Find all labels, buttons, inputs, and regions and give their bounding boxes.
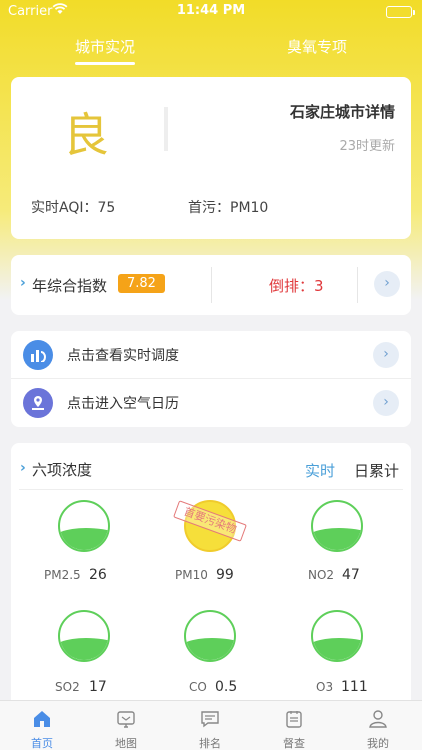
divider xyxy=(211,267,212,303)
nav-label: 我的 xyxy=(367,737,389,750)
nav-home[interactable]: 首页 xyxy=(0,701,84,750)
profile-icon xyxy=(369,710,387,728)
o3-gauge[interactable] xyxy=(311,610,363,662)
tab-ozone[interactable]: 臭氧专项 xyxy=(257,36,377,57)
battery-icon xyxy=(386,6,415,18)
chevron-right-icon: › xyxy=(20,460,26,476)
pollutant-value: 47 xyxy=(342,567,360,583)
section-title: 六项浓度 xyxy=(32,461,93,479)
ranking-icon xyxy=(201,711,219,728)
divider xyxy=(164,107,168,151)
nav-ranking[interactable]: 排名 xyxy=(168,701,252,750)
six-pollutant-card: › 六项浓度 实时 日累计 PM2.5 26 首要污染物 PM10 99 NO2… xyxy=(11,443,411,713)
chevron-right-button[interactable]: › xyxy=(374,271,400,297)
realtime-dispatch-link[interactable]: 点击查看实时调度 › xyxy=(11,331,411,379)
pollutant-name: NO2 xyxy=(308,568,335,582)
pollutant-value: 26 xyxy=(89,567,107,583)
active-tab-indicator xyxy=(75,62,135,65)
primary-pollutant: 首污：PM10 xyxy=(188,200,269,216)
divider xyxy=(19,489,403,490)
annual-index-badge: 7.82 xyxy=(118,274,165,293)
so2-gauge[interactable] xyxy=(58,610,110,662)
city-summary-card[interactable]: 良 石家庄城市详情 23时更新 实时AQI：75 首污：PM10 xyxy=(11,77,411,239)
nav-inspection[interactable]: 督查 xyxy=(252,701,336,750)
reverse-rank: 倒排：3 xyxy=(269,277,324,295)
pollutant-name: SO2 xyxy=(55,680,80,694)
air-quality-grade: 良 xyxy=(63,108,109,162)
pm25-gauge[interactable] xyxy=(58,500,110,552)
pollutant-name: CO xyxy=(189,680,207,694)
co-gauge[interactable] xyxy=(184,610,236,662)
chevron-right-icon: › xyxy=(20,275,26,291)
pollutant-name: PM2.5 xyxy=(44,568,81,582)
top-tabs: 城市实况 臭氧专项 xyxy=(0,30,422,70)
air-calendar-icon xyxy=(23,388,53,418)
tab-daily-cumulative[interactable]: 日累计 xyxy=(354,460,399,481)
nav-label: 督查 xyxy=(283,737,305,750)
inspection-icon xyxy=(286,711,302,728)
city-detail-title[interactable]: 石家庄城市详情 xyxy=(290,101,395,122)
realtime-aqi: 实时AQI：75 xyxy=(31,200,116,216)
map-icon xyxy=(117,711,135,728)
nav-map[interactable]: 地图 xyxy=(84,701,168,750)
divider xyxy=(357,267,358,303)
home-icon xyxy=(34,711,50,727)
pollutant-value: 111 xyxy=(341,679,368,695)
pollutant-value: 17 xyxy=(89,679,107,695)
pollutant-name: O3 xyxy=(316,680,334,694)
status-bar: Carrier 11:44 PM xyxy=(0,0,422,22)
chevron-right-button[interactable]: › xyxy=(373,390,399,416)
link-label: 点击查看实时调度 xyxy=(67,348,179,364)
tab-realtime[interactable]: 实时 xyxy=(305,460,335,481)
nav-label: 排名 xyxy=(199,737,221,750)
pollutant-name: PM10 xyxy=(175,568,208,582)
chevron-right-button[interactable]: › xyxy=(373,342,399,368)
nav-profile[interactable]: 我的 xyxy=(336,701,420,750)
tab-label: 臭氧专项 xyxy=(286,38,347,56)
nav-label: 地图 xyxy=(115,737,137,750)
air-calendar-link[interactable]: 点击进入空气日历 › xyxy=(11,379,411,427)
pollutant-value: 0.5 xyxy=(215,679,238,695)
realtime-dispatch-icon xyxy=(23,340,53,370)
annual-index-card[interactable]: › 年综合指数 7.82 倒排：3 › xyxy=(11,255,411,315)
update-time: 23时更新 xyxy=(339,139,395,154)
pollutant-value: 99 xyxy=(216,567,234,583)
nav-label: 首页 xyxy=(31,737,53,750)
tab-label: 城市实况 xyxy=(74,38,135,56)
quick-links-card: 点击查看实时调度 › 点击进入空气日历 › xyxy=(11,331,411,427)
annual-index-label: 年综合指数 xyxy=(32,277,108,295)
bottom-tab-bar: 首页 地图 排名 督查 我的 xyxy=(0,700,422,750)
tab-city-live[interactable]: 城市实况 xyxy=(45,36,165,65)
clock: 11:44 PM xyxy=(176,3,246,18)
no2-gauge[interactable] xyxy=(311,500,363,552)
link-label: 点击进入空气日历 xyxy=(67,396,179,412)
